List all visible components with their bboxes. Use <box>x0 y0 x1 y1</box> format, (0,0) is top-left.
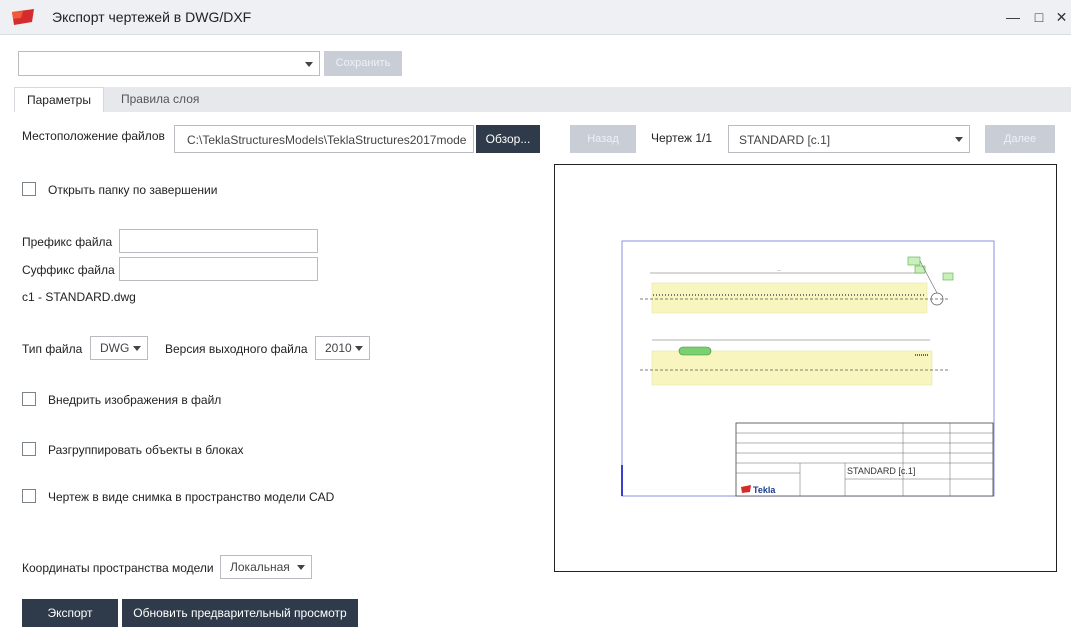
save-button[interactable]: Сохранить <box>324 51 402 76</box>
output-version-dropdown[interactable]: 2010 <box>315 336 370 360</box>
part-mark-tag <box>678 346 712 356</box>
chevron-down-icon <box>955 137 963 142</box>
output-version-value: 2010 <box>325 341 352 355</box>
chevron-down-icon <box>297 565 305 570</box>
embed-images-label: Внедрить изображения в файл <box>48 393 222 407</box>
snapshot-checkbox[interactable] <box>22 489 36 503</box>
ungroup-checkbox[interactable] <box>22 442 36 456</box>
tab-parameters[interactable]: Параметры <box>14 87 104 112</box>
file-type-label: Тип файла <box>22 342 83 356</box>
next-button[interactable]: Далее <box>985 125 1055 153</box>
tab-strip: Параметры Правила слоя <box>14 87 1071 112</box>
file-type-value: DWG <box>100 341 130 355</box>
output-version-label: Версия выходного файла <box>165 342 308 356</box>
prefix-input[interactable] <box>119 229 318 253</box>
settings-dropdown[interactable] <box>18 51 320 76</box>
location-label: Местоположение файлов <box>22 129 165 143</box>
chevron-down-icon <box>133 346 141 351</box>
export-button[interactable]: Экспорт <box>22 599 118 627</box>
open-folder-label: Открыть папку по завершении <box>48 183 218 197</box>
drawing-view-top: — <box>640 256 954 314</box>
drawing-preview: — STANDARD [c.1] Tekla <box>554 164 1057 572</box>
chevron-down-icon <box>355 346 363 351</box>
embed-images-checkbox[interactable] <box>22 392 36 406</box>
drawing-counter: Чертеж 1/1 <box>651 131 713 145</box>
tekla-logo-icon <box>12 9 34 25</box>
drawing-preview-canvas: — STANDARD [c.1] Tekla <box>621 240 995 497</box>
location-input-value: C:\TeklaStructuresModels\TeklaStructures… <box>187 133 467 147</box>
model-coords-label: Координаты пространства модели <box>22 561 214 575</box>
refresh-preview-button[interactable]: Обновить предварительный просмотр <box>122 599 358 627</box>
title-block-name: STANDARD [c.1] <box>847 466 915 476</box>
tab-layer-rules[interactable]: Правила слоя <box>109 87 211 112</box>
prefix-label: Префикс файла <box>22 235 113 249</box>
open-folder-checkbox[interactable] <box>22 182 36 196</box>
window-title: Экспорт чертежей в DWG/DXF <box>52 9 252 25</box>
minimize-button[interactable]: — <box>1002 6 1024 28</box>
suffix-input[interactable] <box>119 257 318 281</box>
back-button[interactable]: Назад <box>570 125 636 153</box>
drawing-dropdown[interactable]: STANDARD [c.1] <box>728 125 970 153</box>
model-coords-value: Локальная <box>230 560 290 574</box>
brand-name: Tekla <box>753 485 776 495</box>
maximize-button[interactable]: □ <box>1028 6 1050 28</box>
title-block: STANDARD [c.1] Tekla <box>735 422 994 497</box>
location-input[interactable]: C:\TeklaStructuresModels\TeklaStructures… <box>174 125 474 153</box>
suffix-label: Суффикс файла <box>22 263 115 277</box>
drawing-view-bottom <box>640 339 950 386</box>
ungroup-label: Разгруппировать объекты в блоках <box>48 443 244 457</box>
svg-text:—: — <box>777 267 781 272</box>
file-type-dropdown[interactable]: DWG <box>90 336 148 360</box>
chevron-down-icon <box>305 61 313 67</box>
filename-preview: c1 - STANDARD.dwg <box>22 290 136 304</box>
model-coords-dropdown[interactable]: Локальная <box>220 555 312 579</box>
title-bar: Экспорт чертежей в DWG/DXF — □ ✕ <box>0 0 1071 35</box>
drawing-dropdown-value: STANDARD [c.1] <box>739 133 831 147</box>
browse-button[interactable]: Обзор... <box>476 125 540 153</box>
close-button[interactable]: ✕ <box>1052 6 1071 28</box>
snapshot-label: Чертеж в виде снимка в пространство моде… <box>48 490 335 504</box>
